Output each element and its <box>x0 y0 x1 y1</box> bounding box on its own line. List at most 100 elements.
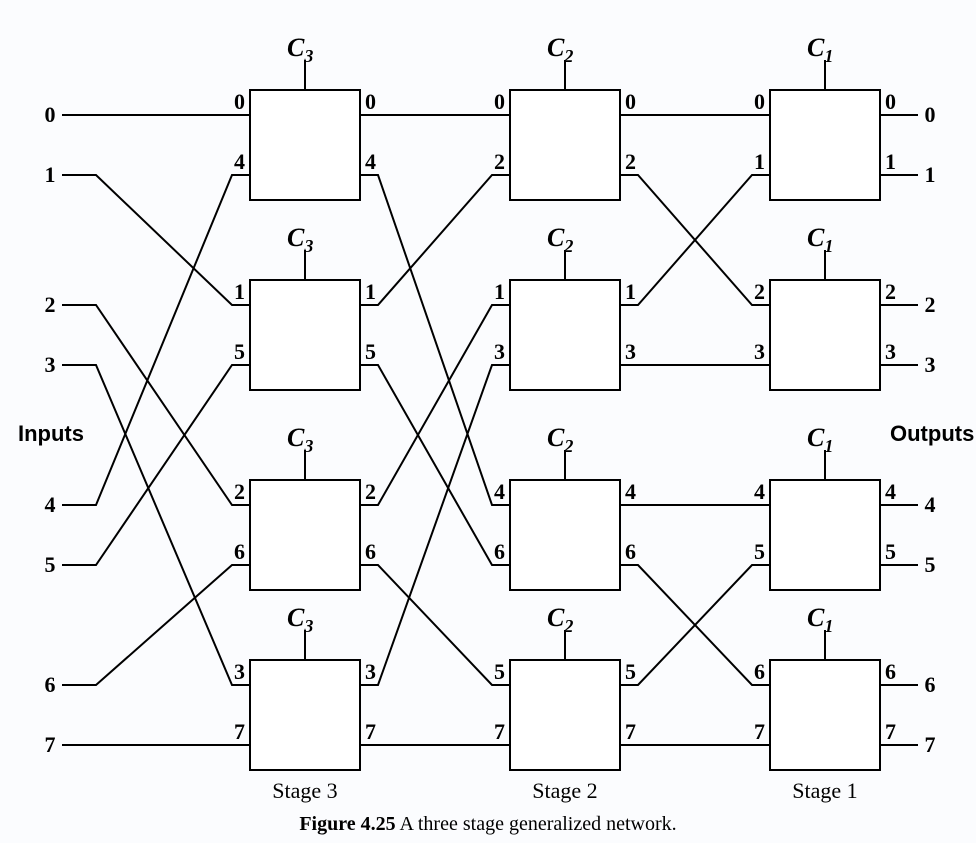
stage2-left-port-label: 3 <box>494 339 505 364</box>
control-label: C2 <box>547 603 573 636</box>
stage1-right-port-label: 5 <box>885 539 896 564</box>
stage2-left-port-label: 0 <box>494 89 505 114</box>
stage3-right-port-label: 7 <box>365 719 376 744</box>
stage2-right-port-label: 1 <box>625 279 636 304</box>
stage1-left-port-label: 2 <box>754 279 765 304</box>
stage1-right-port-label: 4 <box>885 479 896 504</box>
inputs-title: Inputs <box>18 421 84 446</box>
stage3-right-port-label: 3 <box>365 659 376 684</box>
switch-box-stage2-row2 <box>510 480 620 590</box>
wire-s2-to-s1 <box>620 175 770 305</box>
switch-box-stage1-row2 <box>250 480 360 590</box>
stage3-left-port-label: 2 <box>234 479 245 504</box>
output-label: 7 <box>925 732 936 757</box>
stage1-left-port-label: 4 <box>754 479 765 504</box>
stage3-left-port-label: 1 <box>234 279 245 304</box>
three-stage-network-diagram: C1C1C1C1Stage 1C2C2C2C2Stage 2C3C3C3C3St… <box>0 0 976 843</box>
stage3-left-port-label: 4 <box>234 149 245 174</box>
stage2-right-port-label: 2 <box>625 149 636 174</box>
stage3-right-port-label: 4 <box>365 149 376 174</box>
stage2-right-port-label: 3 <box>625 339 636 364</box>
wire-input-to-s3 <box>78 305 250 505</box>
stage3-right-port-label: 0 <box>365 89 376 114</box>
wire-s3-to-s2 <box>360 365 510 565</box>
stage2-right-port-label: 0 <box>625 89 636 114</box>
switch-box-stage1-row1 <box>250 280 360 390</box>
stage1-right-port-label: 6 <box>885 659 896 684</box>
output-label: 2 <box>925 292 936 317</box>
control-label: C3 <box>287 223 313 256</box>
stage1-left-port-label: 7 <box>754 719 765 744</box>
switch-box-stage3-row0 <box>770 90 880 200</box>
wire-s3-to-s2 <box>360 175 510 305</box>
stage1-left-port-label: 5 <box>754 539 765 564</box>
stage1-right-port-label: 7 <box>885 719 896 744</box>
control-label: C2 <box>547 423 573 456</box>
control-label: C3 <box>287 33 313 66</box>
control-label: C2 <box>547 33 573 66</box>
switch-box-stage2-row3 <box>510 660 620 770</box>
stage1-right-port-label: 0 <box>885 89 896 114</box>
control-label: C1 <box>807 423 833 456</box>
stage1-right-port-label: 2 <box>885 279 896 304</box>
control-label: C2 <box>547 223 573 256</box>
wire-s3-to-s2 <box>360 565 510 685</box>
control-label: C1 <box>807 603 833 636</box>
input-label: 6 <box>45 672 56 697</box>
input-label: 4 <box>45 492 56 517</box>
stage2-left-port-label: 7 <box>494 719 505 744</box>
outputs-title: Outputs <box>890 421 974 446</box>
switch-box-stage1-row3 <box>250 660 360 770</box>
stage3-right-port-label: 2 <box>365 479 376 504</box>
wire-s2-to-s1 <box>620 565 770 685</box>
figure-caption: Figure 4.25 A three stage generalized ne… <box>299 813 676 835</box>
stage1-right-port-label: 3 <box>885 339 896 364</box>
output-label: 5 <box>925 552 936 577</box>
stage1-left-port-label: 6 <box>754 659 765 684</box>
stage2-right-port-label: 4 <box>625 479 636 504</box>
wire-s3-to-s2 <box>360 305 510 505</box>
stage2-left-port-label: 1 <box>494 279 505 304</box>
stage-label: Stage 1 <box>792 778 857 803</box>
wire-input-to-s3 <box>78 175 250 505</box>
control-label: C3 <box>287 423 313 456</box>
output-label: 3 <box>925 352 936 377</box>
stage1-left-port-label: 0 <box>754 89 765 114</box>
stage2-right-port-label: 7 <box>625 719 636 744</box>
switch-box-stage3-row1 <box>770 280 880 390</box>
switch-box-stage1-row0 <box>250 90 360 200</box>
stage3-right-port-label: 1 <box>365 279 376 304</box>
wire-input-to-s3 <box>78 365 250 685</box>
control-label: C3 <box>287 603 313 636</box>
stage2-right-port-label: 6 <box>625 539 636 564</box>
input-label: 1 <box>45 162 56 187</box>
stage2-right-port-label: 5 <box>625 659 636 684</box>
stage2-left-port-label: 6 <box>494 539 505 564</box>
input-label: 3 <box>45 352 56 377</box>
stage-label: Stage 3 <box>272 778 337 803</box>
stage-label: Stage 2 <box>532 778 597 803</box>
switch-box-stage2-row1 <box>510 280 620 390</box>
stage3-right-port-label: 5 <box>365 339 376 364</box>
switch-box-stage2-row0 <box>510 90 620 200</box>
wire-s3-to-s2 <box>360 365 510 685</box>
stage3-left-port-label: 3 <box>234 659 245 684</box>
stage3-left-port-label: 7 <box>234 719 245 744</box>
input-label: 0 <box>45 102 56 127</box>
switch-box-stage3-row2 <box>770 480 880 590</box>
stage3-left-port-label: 6 <box>234 539 245 564</box>
control-label: C1 <box>807 33 833 66</box>
output-label: 1 <box>925 162 936 187</box>
stage3-left-port-label: 5 <box>234 339 245 364</box>
output-label: 0 <box>925 102 936 127</box>
input-label: 5 <box>45 552 56 577</box>
wire-s3-to-s2 <box>360 175 510 505</box>
stage3-left-port-label: 0 <box>234 89 245 114</box>
stage2-left-port-label: 5 <box>494 659 505 684</box>
input-label: 7 <box>45 732 56 757</box>
output-label: 4 <box>925 492 936 517</box>
stage1-left-port-label: 3 <box>754 339 765 364</box>
stage2-left-port-label: 4 <box>494 479 505 504</box>
input-label: 2 <box>45 292 56 317</box>
stage3-right-port-label: 6 <box>365 539 376 564</box>
